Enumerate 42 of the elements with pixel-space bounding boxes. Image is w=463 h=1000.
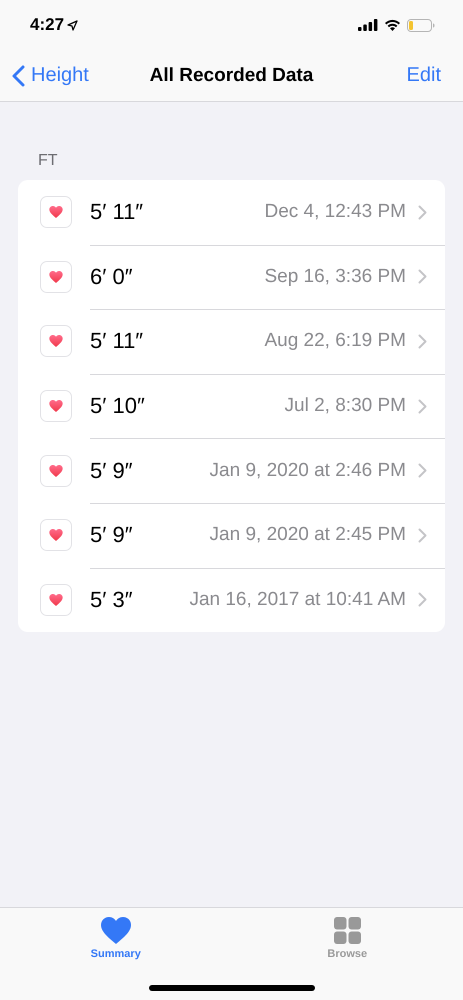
height-value: 5′ 11″ [90, 328, 144, 354]
app-icon [40, 390, 72, 422]
tab-bar-item[interactable]: Browse [287, 916, 408, 961]
app-icon [40, 519, 72, 552]
height-value: 5′ 9″ [90, 522, 132, 548]
record-date: Jan 9, 2020 at 2:46 PM [210, 460, 406, 482]
record-date: Jul 2, 8:30 PM [284, 395, 406, 418]
record-date: Dec 4, 12:43 PM [264, 201, 406, 224]
height-value: 6′ 0″ [90, 264, 132, 290]
screen-title: All Recorded Data [150, 64, 314, 86]
chevron-left-icon [12, 64, 25, 86]
chevron-right-icon[interactable] [418, 204, 427, 220]
status-time: 4:27 [30, 15, 64, 35]
battery-icon [407, 18, 435, 32]
record-date: Jan 9, 2020 at 2:45 PM [210, 524, 406, 546]
chevron-right-icon[interactable] [418, 334, 427, 349]
app-icon [40, 454, 72, 487]
heart-icon [100, 917, 131, 944]
chevron-right-icon[interactable] [418, 269, 427, 284]
wifi-icon [384, 19, 401, 31]
record-date: Sep 16, 3:36 PM [264, 266, 406, 288]
app-icon [40, 196, 72, 228]
chevron-right-icon[interactable] [418, 592, 427, 608]
tab-bar-item[interactable]: Summary [56, 916, 176, 961]
section-header: FT [38, 152, 58, 170]
record-date: Aug 22, 6:19 PM [264, 330, 406, 352]
location-arrow-icon [67, 20, 78, 30]
height-value: 5′ 11″ [90, 199, 144, 226]
height-value: 5′ 10″ [90, 393, 145, 420]
app-icon [40, 325, 72, 358]
chevron-right-icon[interactable] [418, 463, 427, 478]
chevron-right-icon[interactable] [418, 528, 427, 543]
grid-icon [334, 917, 361, 944]
app-icon [40, 260, 72, 293]
record-date: Jan 16, 2017 at 10:41 AM [189, 588, 406, 611]
signal-icon [358, 19, 378, 31]
edit-button[interactable]: Edit [406, 64, 441, 87]
height-value: 5′ 9″ [90, 458, 132, 484]
height-value: 5′ 3″ [90, 586, 132, 613]
app-icon [40, 584, 72, 616]
back-button[interactable]: Height [12, 64, 89, 87]
chevron-right-icon[interactable] [418, 398, 427, 414]
